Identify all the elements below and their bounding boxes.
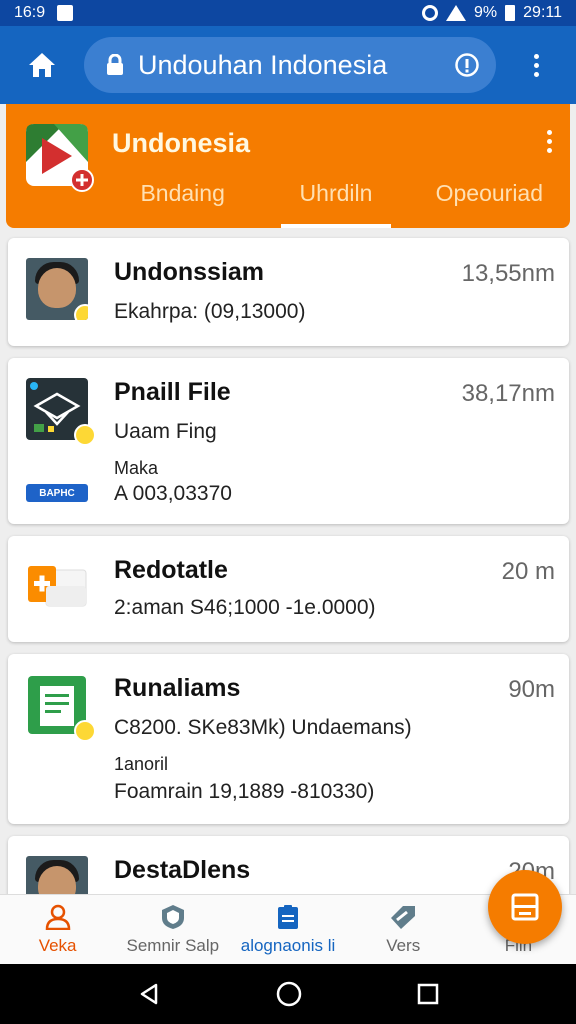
more-vert-icon	[547, 130, 552, 153]
recents-icon[interactable]	[417, 983, 439, 1005]
file-name: Undonssiam	[114, 258, 265, 286]
file-name: Redotatle	[114, 556, 228, 584]
status-time-right: 29:11	[523, 4, 562, 21]
nav-label: Veka	[38, 935, 77, 955]
app-header: Undonesia Bndaing Uhrdiln Opeouriad	[6, 104, 570, 228]
file-name: Runaliams	[114, 674, 241, 702]
address-bar[interactable]: Undouhan Indonesia	[84, 37, 496, 93]
tab-bar: Bndaing Uhrdiln Opeouriad	[106, 176, 566, 228]
system-nav-bar	[0, 964, 576, 1024]
file-size: 20 m	[501, 558, 555, 585]
nav-label: alognaonis li	[240, 935, 336, 955]
tab-opeouriad[interactable]: Opeouriad	[413, 176, 566, 228]
nav-label: Semnir Salp	[126, 935, 220, 955]
file-detail: Uaam Fing	[114, 420, 217, 443]
home-icon	[29, 53, 55, 77]
tab-bndaing[interactable]: Bndaing	[106, 176, 259, 228]
home-circle-icon[interactable]	[276, 981, 302, 1007]
nav-item-veka[interactable]: Veka	[0, 895, 115, 964]
app-title: Undonesia	[112, 128, 251, 158]
alarm-icon	[422, 5, 439, 21]
folder-add-icon	[26, 556, 88, 618]
file-detail: C8200. SKe83Mk) Undaemans)	[114, 716, 412, 739]
notification-icon	[57, 5, 74, 21]
back-icon[interactable]	[137, 982, 161, 1006]
list-item[interactable]: Undonssiam 13,55nm Ekahrpa: (09,13000)	[8, 238, 569, 346]
status-time-left: 16:9	[14, 4, 46, 21]
badge-icon	[74, 424, 96, 446]
badge-icon	[74, 304, 88, 320]
file-detail: Maka	[114, 458, 159, 478]
tag-icon	[391, 905, 416, 929]
list-icon	[511, 893, 539, 921]
badge-icon	[74, 720, 96, 742]
file-thumbnail-icon	[26, 378, 96, 446]
list-item[interactable]: Runaliams 90m C8200. SKe83Mk) Undaemans)…	[8, 654, 569, 824]
more-vert-icon	[533, 53, 539, 77]
nav-item-alognaonis[interactable]: alognaonis li	[230, 895, 345, 964]
info-icon[interactable]	[454, 52, 480, 78]
file-detail: A 003,03370	[114, 482, 232, 505]
floating-action-button[interactable]	[488, 870, 562, 944]
url-text: Undouhan Indonesia	[138, 49, 388, 80]
file-name: Pnaill File	[114, 378, 231, 406]
avatar	[26, 258, 88, 320]
file-detail: 1anoril	[114, 754, 169, 774]
file-size: 90m	[508, 676, 555, 703]
source-tag: BAPHC	[26, 484, 88, 502]
nav-item-vers[interactable]: Vers	[346, 895, 461, 964]
file-detail: Foamrain 19,1889 -810330)	[114, 780, 375, 803]
browser-toolbar: Undouhan Indonesia	[0, 26, 576, 104]
nav-label: Vers	[386, 935, 421, 955]
home-button[interactable]	[0, 26, 84, 104]
lock-icon	[107, 54, 123, 75]
file-list: Undonssiam 13,55nm Ekahrpa: (09,13000) P…	[8, 238, 569, 948]
signal-icon	[446, 5, 467, 21]
status-bar: 16:9 9% 29:11	[0, 0, 576, 26]
browser-menu-button[interactable]	[496, 26, 576, 104]
document-icon	[278, 904, 298, 929]
nav-item-semnir-salp[interactable]: Semnir Salp	[115, 895, 230, 964]
list-item[interactable]: Redotatle 20 m 2:aman S46;1000 -1e.0000)	[8, 536, 569, 642]
file-name: DestaDlens	[114, 856, 251, 884]
file-size: 38,17nm	[461, 380, 555, 407]
file-detail: Ekahrpa: (09,13000)	[114, 300, 306, 323]
list-item[interactable]: Pnaill File 38,17nm Uaam Fing Maka A 003…	[8, 358, 569, 524]
battery-percent: 9%	[474, 4, 498, 21]
app-logo-icon	[26, 124, 94, 192]
battery-icon	[505, 5, 516, 21]
spreadsheet-icon	[26, 674, 96, 742]
tab-uhrdiln[interactable]: Uhrdiln	[259, 176, 412, 228]
file-size: 13,55nm	[461, 260, 555, 287]
app-more-button[interactable]	[547, 130, 552, 153]
file-detail: 2:aman S46;1000 -1e.0000)	[114, 596, 376, 619]
shield-icon	[161, 904, 184, 929]
person-icon	[45, 904, 70, 930]
